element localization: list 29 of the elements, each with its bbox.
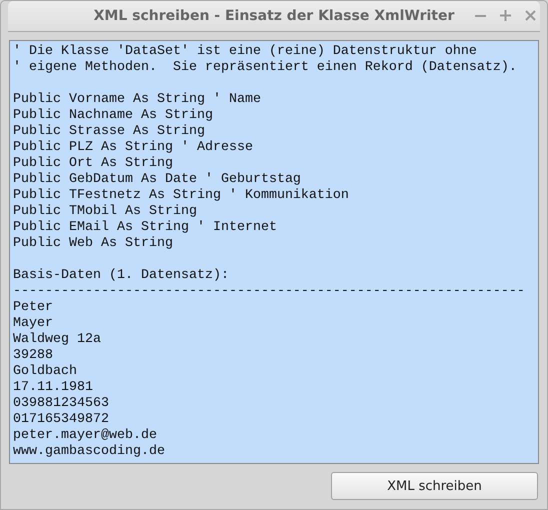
text-line: ' Die Klasse 'DataSet' ist eine (reine) Datenstruktur ohne [13,44,478,60]
write-xml-button[interactable]: XML schreiben [331,472,538,500]
text-line: Peter [13,300,54,316]
text-line: Public GebDatum As Date ' Geburtstag [13,172,302,188]
text-line: 17.11.1981 [13,380,94,396]
text-line: 017165349872 [13,412,110,428]
text-line: ---------------------------------------------------------------- [13,284,526,300]
maximize-icon[interactable] [500,10,511,21]
text-line: Public TMobil As String [13,204,198,220]
text-line: www.gambascoding.de [13,444,166,460]
text-line: Public EMail As String ' Internet [13,220,278,236]
text-line: Public TFestnetz As String ' Kommunikation [13,188,350,204]
text-line: 39288 [13,348,54,364]
text-line: 039881234563 [13,396,110,412]
text-line: Basis-Daten (1. Datensatz): [13,268,230,284]
text-line: Waldweg 12a [13,332,102,348]
text-line: Public Strasse As String [13,124,206,140]
text-line: Goldbach [13,364,78,380]
text-line: Public Ort As String [13,156,174,172]
text-line: Public Vorname As String ' Name [13,92,262,108]
text-line: Public Nachname As String [13,108,214,124]
close-icon[interactable] [525,10,536,21]
window-title: XML schreiben - Einsatz der Klasse XmlWriter [94,8,454,24]
text-line: Public PLZ As String ' Adresse [13,140,254,156]
text-line: Mayer [13,316,54,332]
text-line: peter.mayer@web.de [13,428,158,444]
text-area[interactable] [9,40,539,464]
text-line: ' eigene Methoden. Sie repräsentiert einen Rekord (Datensatz). [13,60,518,76]
text-line: Public Web As String [13,236,174,252]
